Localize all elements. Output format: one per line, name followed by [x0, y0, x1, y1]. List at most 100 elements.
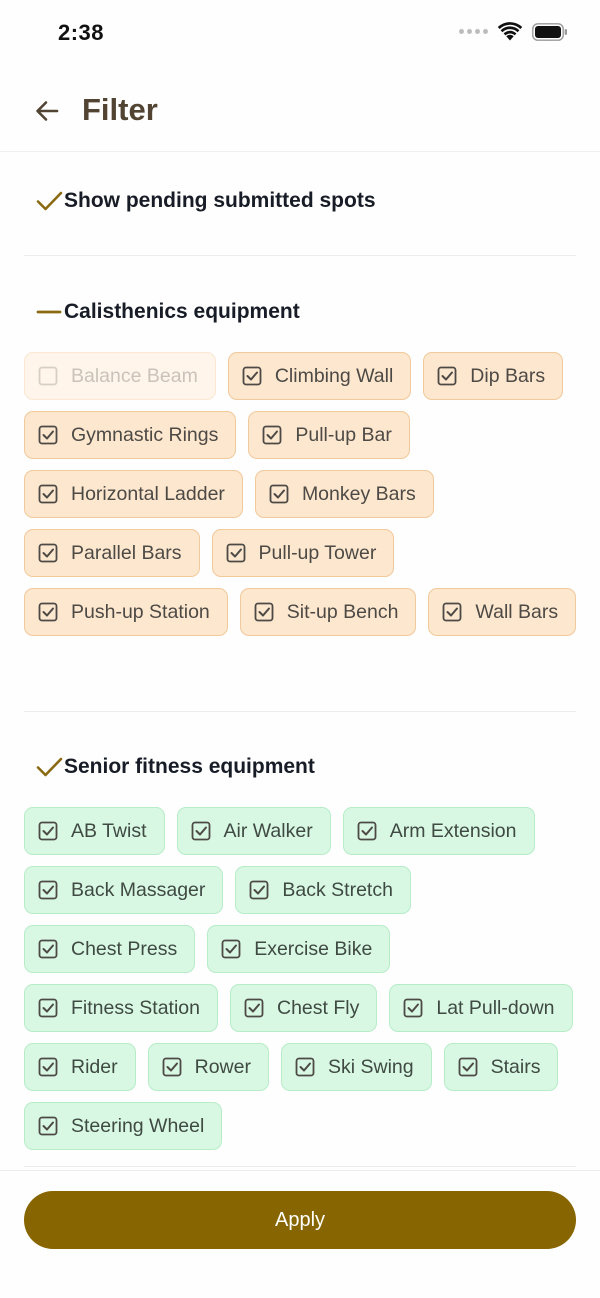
header: Filter — [0, 66, 600, 152]
checkbox-checked-icon — [403, 998, 423, 1018]
chip-monkey-bars[interactable]: Monkey Bars — [254, 470, 434, 518]
chip-steering-wheel[interactable]: Steering Wheel — [24, 1102, 223, 1150]
battery-icon — [532, 22, 567, 41]
chip-label: Lat Pull-down — [436, 996, 555, 1019]
chip-label: Gymnastic Rings — [71, 423, 219, 446]
chip-label: Pull-up Tower — [258, 541, 377, 564]
chip-exercise-bike[interactable]: Exercise Bike — [207, 925, 391, 973]
chip-lat-pull-down[interactable]: Lat Pull-down — [389, 984, 573, 1032]
checkbox-checked-icon — [191, 821, 210, 841]
chip-label: Parallel Bars — [71, 541, 182, 564]
chip-sit-up-bench[interactable]: Sit-up Bench — [239, 588, 417, 636]
cellular-signal-icon — [459, 29, 488, 34]
minus-icon — [24, 297, 64, 327]
calisthenics-chip-list: Balance Beam Climbing Wall Dip Bars Gymnast… — [24, 352, 584, 636]
checkbox-checked-icon — [244, 998, 264, 1018]
apply-button[interactable]: Apply — [24, 1191, 576, 1249]
chip-ab-twist[interactable]: AB Twist — [24, 807, 165, 855]
chip-label: Chest Fly — [276, 996, 360, 1019]
chip-label: Ski Swing — [327, 1055, 414, 1078]
status-indicators — [459, 22, 568, 41]
calisthenics-section-toggle[interactable]: Calisthenics equipment — [24, 295, 576, 329]
chip-stairs[interactable]: Stairs — [443, 1043, 559, 1091]
checkmark-icon — [24, 186, 64, 216]
checkbox-checked-icon — [38, 880, 58, 900]
checkbox-checked-icon — [38, 939, 58, 959]
chip-air-walker[interactable]: Air Walker — [176, 807, 331, 855]
chip-pull-up-bar[interactable]: Pull-up Bar — [248, 411, 410, 459]
checkbox-checked-icon — [249, 880, 269, 900]
checkbox-checked-icon — [226, 543, 245, 563]
chip-label: Back Stretch — [282, 878, 393, 901]
chip-dip-bars[interactable]: Dip Bars — [423, 352, 564, 400]
chip-label: Wall Bars — [475, 600, 559, 623]
chip-rider[interactable]: Rider — [24, 1043, 136, 1091]
checkbox-checked-icon — [38, 821, 58, 841]
checkbox-checked-icon — [458, 1057, 477, 1077]
chip-label: Rower — [194, 1055, 251, 1078]
checkmark-icon — [24, 752, 64, 782]
checkbox-checked-icon — [38, 1116, 58, 1136]
checkbox-checked-icon — [38, 602, 58, 622]
chip-fitness-station[interactable]: Fitness Station — [24, 984, 218, 1032]
chip-chest-fly[interactable]: Chest Fly — [229, 984, 378, 1032]
wifi-icon — [498, 22, 522, 41]
status-bar: 2:38 — [0, 0, 600, 66]
checkbox-checked-icon — [38, 425, 58, 445]
divider — [24, 711, 576, 712]
chip-wall-bars[interactable]: Wall Bars — [428, 588, 577, 636]
chip-label: Exercise Bike — [254, 937, 373, 960]
chip-label: AB Twist — [71, 819, 147, 842]
checkbox-checked-icon — [269, 484, 289, 504]
checkbox-checked-icon — [357, 821, 377, 841]
pending-spots-toggle[interactable]: Show pending submitted spots — [24, 184, 576, 218]
chip-back-stretch[interactable]: Back Stretch — [235, 866, 411, 914]
checkbox-checked-icon — [38, 484, 58, 504]
chip-label: Stairs — [490, 1055, 541, 1078]
chip-label: Pull-up Bar — [295, 423, 392, 446]
chip-label: Sit-up Bench — [286, 600, 399, 623]
chip-label: Rider — [71, 1055, 118, 1078]
chip-label: Push-up Station — [71, 600, 210, 623]
chip-back-massager[interactable]: Back Massager — [24, 866, 224, 914]
chip-gymnastic-rings[interactable]: Gymnastic Rings — [24, 411, 237, 459]
chip-horizontal-ladder[interactable]: Horizontal Ladder — [24, 470, 243, 518]
checkbox-empty-icon — [38, 366, 58, 386]
chip-label: Back Massager — [71, 878, 206, 901]
checkbox-checked-icon — [162, 1057, 182, 1077]
chip-pull-up-tower[interactable]: Pull-up Tower — [211, 529, 395, 577]
checkbox-checked-icon — [38, 1057, 58, 1077]
checkbox-checked-icon — [437, 366, 457, 386]
chip-label: Arm Extension — [389, 819, 517, 842]
chip-arm-extension[interactable]: Arm Extension — [342, 807, 535, 855]
back-button[interactable] — [30, 94, 64, 128]
chip-label: Climbing Wall — [274, 364, 394, 387]
chip-label: Fitness Station — [71, 996, 200, 1019]
calisthenics-section-label: Calisthenics equipment — [64, 300, 300, 323]
status-time: 2:38 — [58, 20, 105, 45]
chip-parallel-bars[interactable]: Parallel Bars — [24, 529, 200, 577]
chip-push-up-station[interactable]: Push-up Station — [24, 588, 228, 636]
chip-label: Air Walker — [223, 819, 313, 842]
footer-divider — [0, 1170, 600, 1171]
checkbox-checked-icon — [242, 366, 262, 386]
senior-chip-list: AB Twist Air Walker Arm Extension Back Mass… — [24, 807, 584, 1150]
chip-label: Balance Beam — [71, 364, 198, 387]
checkbox-checked-icon — [443, 602, 462, 622]
checkbox-checked-icon — [295, 1057, 315, 1077]
checkbox-checked-icon — [38, 543, 58, 563]
chip-climbing-wall[interactable]: Climbing Wall — [227, 352, 412, 400]
chip-label: Chest Press — [71, 937, 178, 960]
chip-rower[interactable]: Rower — [147, 1043, 269, 1091]
chip-label: Monkey Bars — [301, 482, 416, 505]
divider — [24, 1166, 576, 1167]
page-title: Filter — [82, 92, 158, 127]
chip-chest-press[interactable]: Chest Press — [24, 925, 196, 973]
chip-label: Dip Bars — [470, 364, 546, 387]
checkbox-checked-icon — [254, 602, 274, 622]
checkbox-checked-icon — [38, 998, 58, 1018]
chip-balance-beam[interactable]: Balance Beam — [24, 352, 216, 400]
chip-ski-swing[interactable]: Ski Swing — [280, 1043, 432, 1091]
arrow-left-icon — [36, 101, 59, 121]
senior-section-toggle[interactable]: Senior fitness equipment — [24, 750, 576, 784]
